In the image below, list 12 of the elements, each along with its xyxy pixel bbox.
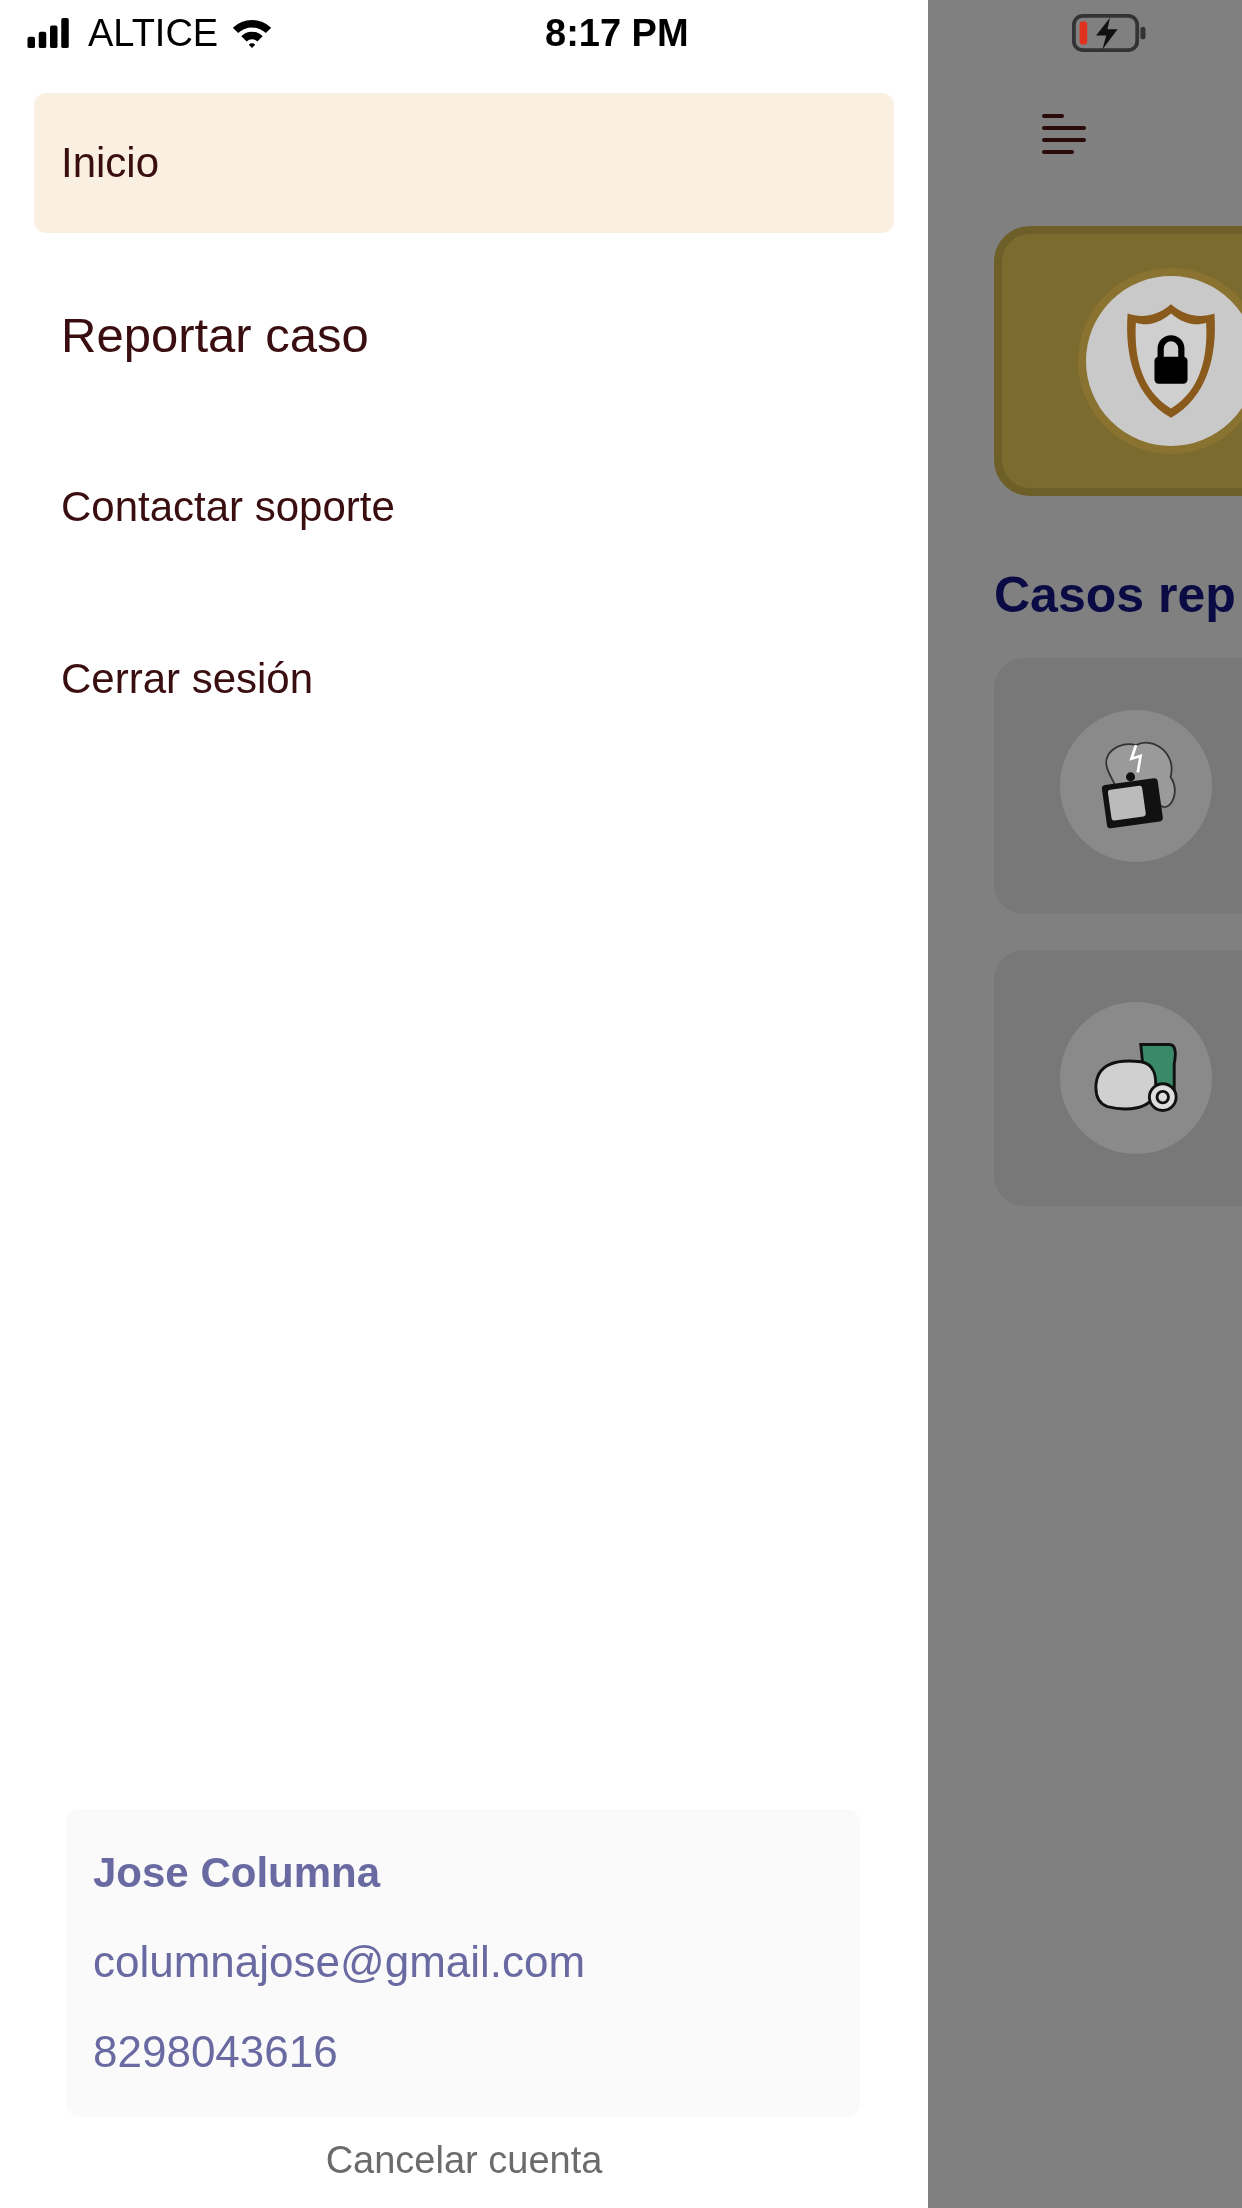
status-time: 8:17 PM — [545, 11, 689, 55]
menu-item[interactable]: Cerrar sesión — [34, 609, 894, 749]
section-title: Casos rep — [994, 566, 1237, 624]
menu-item[interactable]: Reportar caso — [34, 265, 894, 405]
carrier-name: ALTICE — [88, 11, 219, 55]
user-phone: 8298043616 — [93, 2027, 339, 2077]
battery-charging-icon — [1072, 14, 1148, 52]
menu-item[interactable]: Contactar soporte — [34, 437, 894, 577]
user-name: Jose Columna — [93, 1849, 382, 1897]
user-email: columnajose@gmail.com — [93, 1937, 587, 1987]
menu-item[interactable]: Inicio — [34, 93, 894, 233]
cancel-account-link[interactable]: Cancelar cuenta — [325, 2139, 603, 2182]
